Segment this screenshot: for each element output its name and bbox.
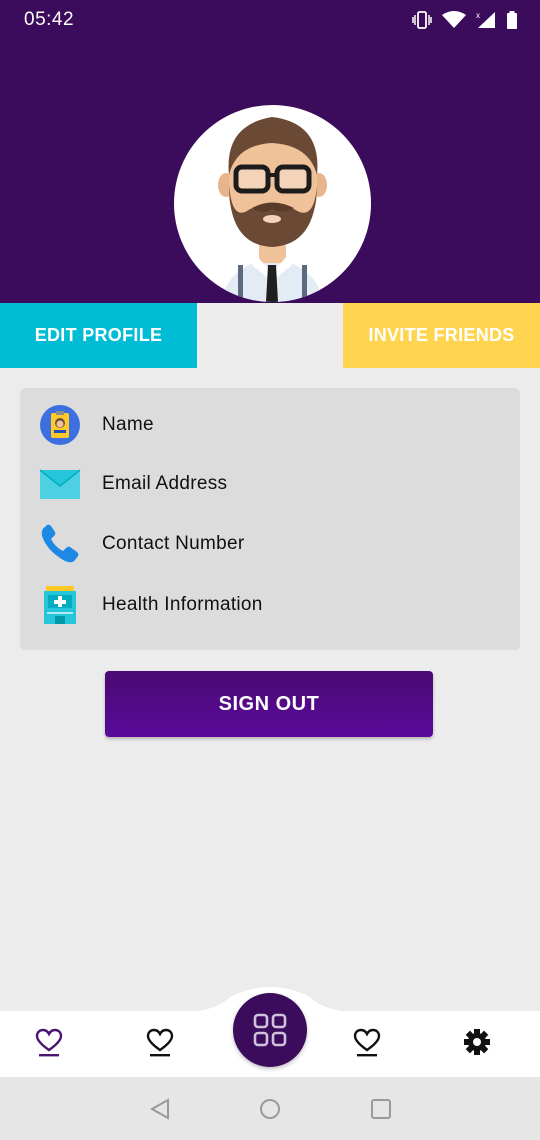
status-bar: 05:42 x [0,0,540,40]
info-row-email[interactable]: Email Address [20,454,520,514]
status-time: 05:42 [24,9,75,30]
bearded-man-avatar-icon [218,117,327,302]
system-navigation-bar [0,1077,540,1140]
vibrate-icon [412,11,432,29]
nav-gear-icon[interactable] [462,1027,492,1057]
back-icon[interactable] [148,1097,172,1121]
envelope-icon [39,463,81,505]
info-row-health[interactable]: Health Information [20,575,520,635]
id-card-icon [39,404,81,446]
home-icon[interactable] [258,1097,282,1121]
info-label-name: Name [102,414,154,435]
nav-heart-icon-2[interactable] [145,1027,175,1057]
profile-info-card: Name Email Address Contact Number Health… [20,388,520,650]
info-row-contact[interactable]: Contact Number [20,514,520,574]
nav-heart-icon-3[interactable] [352,1027,382,1057]
hospital-icon [39,584,81,626]
sign-out-button[interactable]: SIGN OUT [105,671,433,737]
phone-icon [39,523,81,565]
battery-icon [507,11,517,29]
invite-friends-button[interactable]: INVITE FRIENDS [343,303,540,368]
nav-grid-button[interactable] [233,993,307,1067]
profile-header: 05:42 x [0,0,540,303]
edit-profile-button[interactable]: EDIT PROFILE [0,303,197,368]
status-icons: x [412,10,518,30]
grid-icon [253,1013,287,1047]
nav-heart-icon-1[interactable] [34,1027,64,1057]
info-row-name[interactable]: Name [20,395,520,455]
avatar[interactable] [174,105,371,302]
info-label-contact: Contact Number [102,533,245,554]
svg-text:x: x [476,11,480,20]
info-label-email: Email Address [102,473,228,494]
info-label-health: Health Information [102,594,263,615]
recents-icon[interactable] [369,1097,393,1121]
wifi-icon [442,11,466,28]
cell-signal-icon: x [476,11,495,28]
